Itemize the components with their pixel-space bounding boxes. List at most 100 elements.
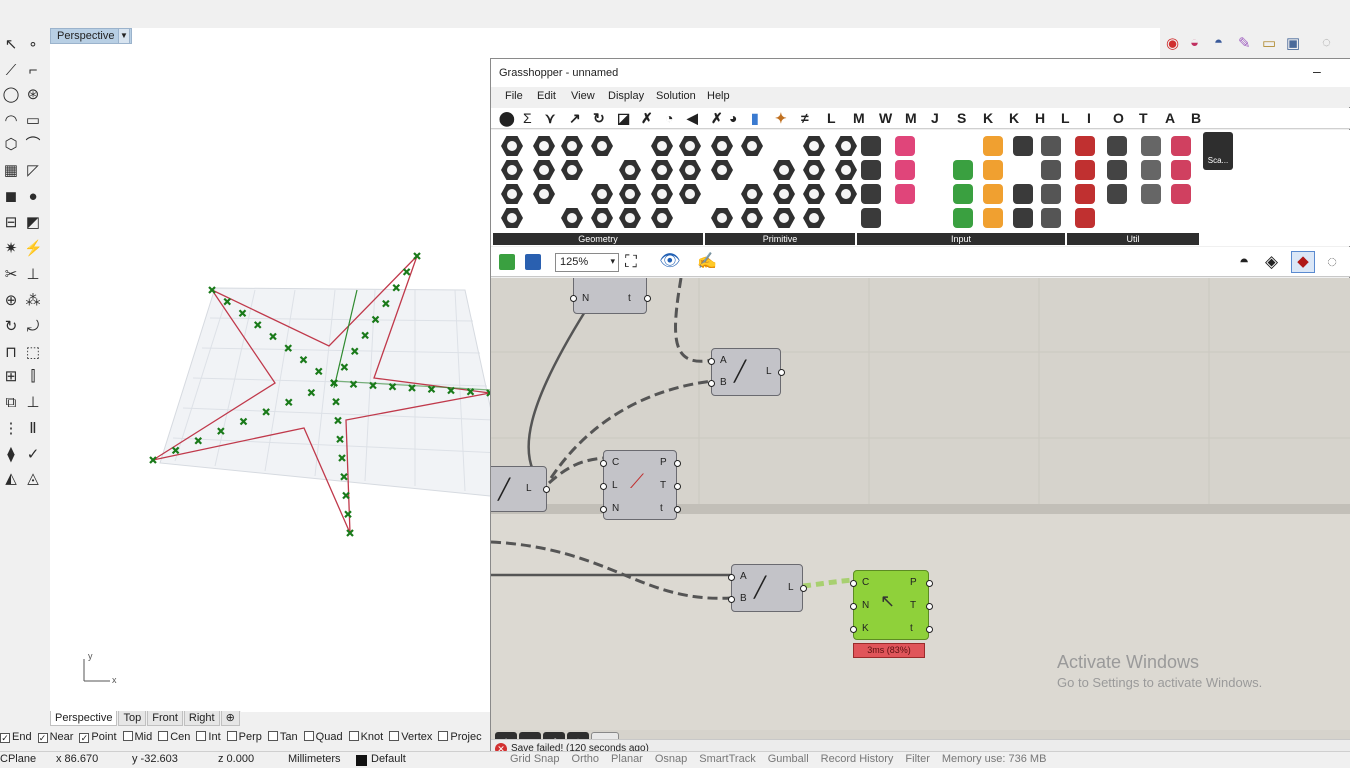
line-node-left[interactable]: ╱ L bbox=[491, 466, 550, 512]
input-grip[interactable] bbox=[600, 506, 607, 513]
layer-icon[interactable]: ⧫ bbox=[2, 446, 20, 464]
sets-tab-icon[interactable]: ⋎ bbox=[545, 110, 555, 127]
component-hex-icon[interactable] bbox=[561, 160, 583, 180]
component-hex-icon[interactable] bbox=[803, 208, 825, 228]
osnap-knot[interactable]: Knot bbox=[348, 731, 383, 743]
sphere-icon[interactable]: ● bbox=[24, 188, 42, 206]
input-component-icon[interactable] bbox=[1013, 208, 1033, 228]
input-component-icon[interactable] bbox=[983, 136, 1003, 156]
output-grip[interactable] bbox=[926, 603, 933, 610]
surface-icon[interactable]: ▦ bbox=[2, 162, 20, 180]
move-icon[interactable]: ↻ bbox=[2, 318, 20, 336]
category-tab[interactable]: M bbox=[853, 110, 865, 126]
category-tab[interactable]: J bbox=[931, 110, 939, 126]
save-file-icon[interactable] bbox=[525, 254, 541, 270]
rectangle-icon[interactable]: ▭ bbox=[24, 112, 42, 130]
util-component-icon[interactable] bbox=[1107, 160, 1127, 180]
component-hex-icon[interactable] bbox=[679, 160, 701, 180]
osnap-checkbox[interactable] bbox=[158, 731, 169, 741]
ellipse-icon[interactable]: ⊛ bbox=[24, 86, 42, 104]
input-grip[interactable] bbox=[600, 483, 607, 490]
category-tab[interactable]: S bbox=[957, 110, 966, 126]
transform-tab-icon[interactable]: ◀ bbox=[687, 110, 698, 127]
component-hex-icon[interactable] bbox=[679, 136, 701, 156]
group-icon[interactable]: ⊕ bbox=[2, 292, 20, 310]
intersect-tab-icon[interactable]: ◔ bbox=[665, 110, 673, 126]
render-icon[interactable]: ◭ bbox=[2, 470, 20, 488]
plugin-a-icon[interactable]: ◕ bbox=[729, 110, 737, 126]
zoom-extents-icon[interactable]: ⛶ bbox=[625, 252, 637, 272]
input-component-icon[interactable] bbox=[1013, 184, 1033, 204]
osnap-projec[interactable]: Projec bbox=[438, 731, 482, 743]
status-toggle[interactable]: Ortho bbox=[572, 753, 600, 765]
curve-icon[interactable]: ⌐ bbox=[24, 62, 42, 80]
color-wheel-icon[interactable]: ◉ bbox=[1166, 34, 1179, 52]
component-hex-icon[interactable] bbox=[533, 136, 555, 156]
osnap-tan[interactable]: Tan bbox=[267, 731, 298, 743]
select-arrow-icon[interactable]: ↖ bbox=[2, 36, 20, 54]
input-component-icon[interactable] bbox=[983, 184, 1003, 204]
osnap-checkbox[interactable] bbox=[348, 731, 359, 741]
component-hex-icon[interactable] bbox=[741, 208, 763, 228]
divide-curve-node[interactable]: C L N P T t ⟋ bbox=[600, 450, 681, 520]
input-component-icon[interactable] bbox=[1041, 208, 1061, 228]
component-hex-icon[interactable] bbox=[741, 184, 763, 204]
layer-label[interactable]: Default bbox=[371, 753, 406, 765]
util-component-icon[interactable] bbox=[1171, 184, 1191, 204]
component-hex-icon[interactable] bbox=[803, 160, 825, 180]
shaded-preview-icon[interactable]: ◆ bbox=[1291, 251, 1315, 273]
plugin-d-icon[interactable]: ≠ bbox=[801, 110, 809, 126]
divide-curve-node-selected[interactable]: C N K P T t ↖ bbox=[850, 570, 933, 640]
status-toggle[interactable]: Record History bbox=[821, 753, 894, 765]
input-component-icon[interactable] bbox=[861, 160, 881, 180]
component-hex-icon[interactable] bbox=[619, 208, 641, 228]
status-toggle[interactable]: SmartTrack bbox=[699, 753, 755, 765]
output-grip[interactable] bbox=[778, 369, 785, 376]
surface-edge-icon[interactable]: ◸ bbox=[24, 162, 42, 180]
boolean-icon[interactable]: ⧉ bbox=[2, 394, 20, 412]
material-icon[interactable]: ◒ bbox=[1190, 34, 1199, 51]
params-tab-icon[interactable]: ⬤ bbox=[499, 110, 515, 127]
category-tab[interactable]: I bbox=[1087, 110, 1091, 126]
panel-input[interactable]: Input bbox=[857, 233, 1065, 245]
line-node-2[interactable]: A B L ╱ bbox=[728, 564, 807, 612]
util-component-icon[interactable] bbox=[1075, 208, 1095, 228]
input-component-icon[interactable] bbox=[983, 160, 1003, 180]
util-component-icon[interactable] bbox=[1141, 136, 1161, 156]
curve-divide-node-top[interactable]: N t bbox=[570, 278, 651, 314]
dimension-icon[interactable]: ⊥ bbox=[24, 394, 42, 412]
menu-display[interactable]: Display bbox=[608, 90, 644, 102]
component-hex-icon[interactable] bbox=[619, 160, 641, 180]
category-tab[interactable]: L bbox=[1061, 110, 1070, 126]
component-hex-icon[interactable] bbox=[501, 184, 523, 204]
preview-mode-icon[interactable]: ◓ bbox=[1239, 252, 1249, 272]
util-component-icon[interactable] bbox=[1171, 160, 1191, 180]
texture-icon[interactable]: ✎ bbox=[1238, 34, 1251, 52]
osnap-int[interactable]: Int bbox=[196, 731, 221, 743]
mirror-icon[interactable]: ⬚ bbox=[24, 344, 42, 362]
wireframe-icon[interactable]: ◈ bbox=[1265, 252, 1278, 272]
input-component-icon[interactable] bbox=[953, 184, 973, 204]
extrude-icon[interactable]: ◩ bbox=[24, 214, 42, 232]
more-icon[interactable]: ◌ bbox=[1322, 34, 1331, 51]
category-tab[interactable]: K bbox=[1009, 110, 1019, 126]
component-hex-icon[interactable] bbox=[803, 184, 825, 204]
input-grip[interactable] bbox=[570, 295, 577, 302]
osnap-vertex[interactable]: Vertex bbox=[389, 731, 432, 743]
input-component-icon[interactable] bbox=[861, 184, 881, 204]
util-component-icon[interactable] bbox=[1171, 136, 1191, 156]
component-hex-icon[interactable] bbox=[679, 184, 701, 204]
vector-tab-icon[interactable]: ↗ bbox=[569, 110, 581, 127]
surface-tab-icon[interactable]: ◪ bbox=[617, 110, 630, 127]
input-component-icon[interactable] bbox=[1041, 160, 1061, 180]
output-grip[interactable] bbox=[926, 580, 933, 587]
text-icon[interactable]: Ⅱ bbox=[24, 420, 42, 438]
cplane-label[interactable]: CPlane bbox=[0, 753, 36, 765]
osnap-checkbox[interactable]: ✓ bbox=[79, 733, 90, 743]
tab-perspective[interactable]: Perspective bbox=[50, 711, 118, 726]
component-hex-icon[interactable] bbox=[501, 208, 523, 228]
component-hex-icon[interactable] bbox=[501, 160, 523, 180]
fillet-icon[interactable]: ⌒ bbox=[24, 136, 42, 154]
menu-view[interactable]: View bbox=[571, 90, 595, 102]
category-tab[interactable]: M bbox=[905, 110, 917, 126]
